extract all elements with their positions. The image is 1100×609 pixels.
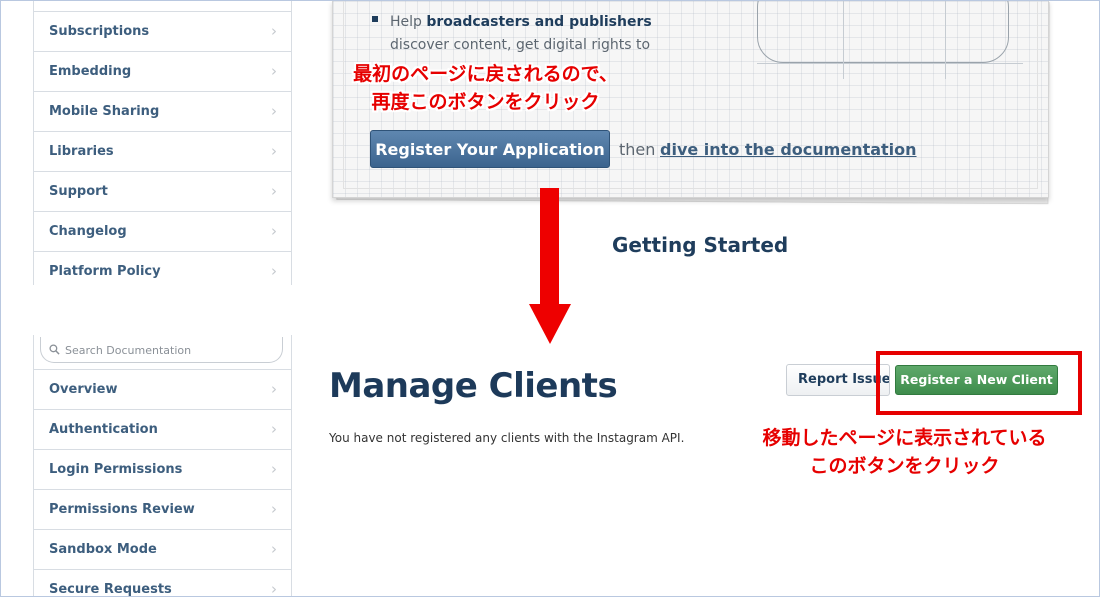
page-title: Manage Clients [329,366,618,406]
sidebar-item-overview[interactable]: Overview › [34,370,291,410]
sidebar-item-login-permissions[interactable]: Login Permissions › [34,450,291,490]
chevron-right-icon: › [271,102,277,120]
sidebar-item-partial [34,1,291,12]
sidebar-item-label: Overview [49,382,118,397]
sidebar-item-sandbox-mode[interactable]: Sandbox Mode › [34,530,291,570]
sidebar-item-embedding[interactable]: Embedding › [34,52,291,92]
sidebar-item-label: Subscriptions [49,24,150,39]
sidebar-item-label: Support [49,184,108,199]
chevron-right-icon: › [271,182,277,200]
sidebar-item-label: Sandbox Mode [49,542,157,557]
sidebar-item-label: Embedding [49,64,132,79]
bottom-sidebar-nav: Overview › Authentication › Login Permis… [33,335,292,598]
top-sidebar-nav: Subscriptions › Embedding › Mobile Shari… [33,0,292,285]
chevron-right-icon: › [271,222,277,240]
annotation-right: 移動したページに表示されている このボタンをクリック [722,424,1087,480]
bullet-text-line2: discover content, get digital rights to [390,37,651,53]
sidebar-item-authentication[interactable]: Authentication › [34,410,291,450]
square-bullet-icon [372,16,378,22]
sidebar-item-label: Authentication [49,422,158,437]
chevron-right-icon: › [271,142,277,160]
chevron-right-icon: › [271,62,277,80]
chevron-right-icon: › [271,262,277,280]
chevron-right-icon: › [271,500,277,518]
chevron-right-icon: › [271,420,277,438]
search-icon [49,344,60,355]
getting-started-caption: Getting Started [612,233,789,257]
chevron-right-icon: › [271,580,277,598]
sidebar-item-label: Libraries [49,144,114,159]
documentation-link[interactable]: dive into the documentation [660,140,917,160]
chevron-right-icon: › [271,460,277,478]
sidebar-item-label: Platform Policy [49,264,161,279]
chevron-right-icon: › [271,540,277,558]
sidebar-item-libraries[interactable]: Libraries › [34,132,291,172]
sidebar-item-label: Changelog [49,224,127,239]
register-your-application-button[interactable]: Register Your Application [370,130,610,168]
sidebar-item-support[interactable]: Support › [34,172,291,212]
sidebar-item-mobile-sharing[interactable]: Mobile Sharing › [34,92,291,132]
down-arrow-shaft [540,188,559,306]
empty-clients-message: You have not registered any clients with… [329,431,685,445]
chevron-right-icon: › [271,380,277,398]
annotation-top: 最初のページに戻されるので、 再度このボタンをクリック [318,60,653,116]
sketch-line [945,1,946,79]
search-box[interactable] [40,337,283,363]
chevron-right-icon: › [271,22,277,40]
annotation-right-line1: 移動したページに表示されている [762,427,1047,449]
highlight-box [876,351,1082,415]
sidebar-item-label: Mobile Sharing [49,104,160,119]
sidebar-item-changelog[interactable]: Changelog › [34,212,291,252]
sidebar-item-secure-requests[interactable]: Secure Requests › [34,570,291,609]
sketch-line [757,63,1023,64]
bullet-prefix: Help [390,14,427,30]
annotation-top-line1: 最初のページに戻されるので、 [353,63,618,85]
sidebar-item-permissions-review[interactable]: Permissions Review › [34,490,291,530]
then-text: then [619,140,656,159]
search-input[interactable] [65,341,265,359]
sidebar-item-subscriptions[interactable]: Subscriptions › [34,12,291,52]
sidebar-item-label: Permissions Review [49,502,195,517]
sidebar-item-label: Login Permissions [49,462,183,477]
sketch-line [843,1,844,79]
report-issue-button[interactable]: Report Issue [786,364,890,396]
annotation-top-line2: 再度このボタンをクリック [371,91,600,113]
sidebar-item-platform-policy[interactable]: Platform Policy › [34,252,291,291]
down-arrow-head [529,304,571,344]
sidebar-item-label: Secure Requests [49,582,172,597]
phone-sketch-illustration [757,1,1009,63]
search-container [34,335,291,370]
bullet-bold: broadcasters and publishers [426,14,652,30]
annotation-right-line2: このボタンをクリック [809,455,1000,477]
bullet-text: Help broadcasters and publishers [390,10,680,35]
